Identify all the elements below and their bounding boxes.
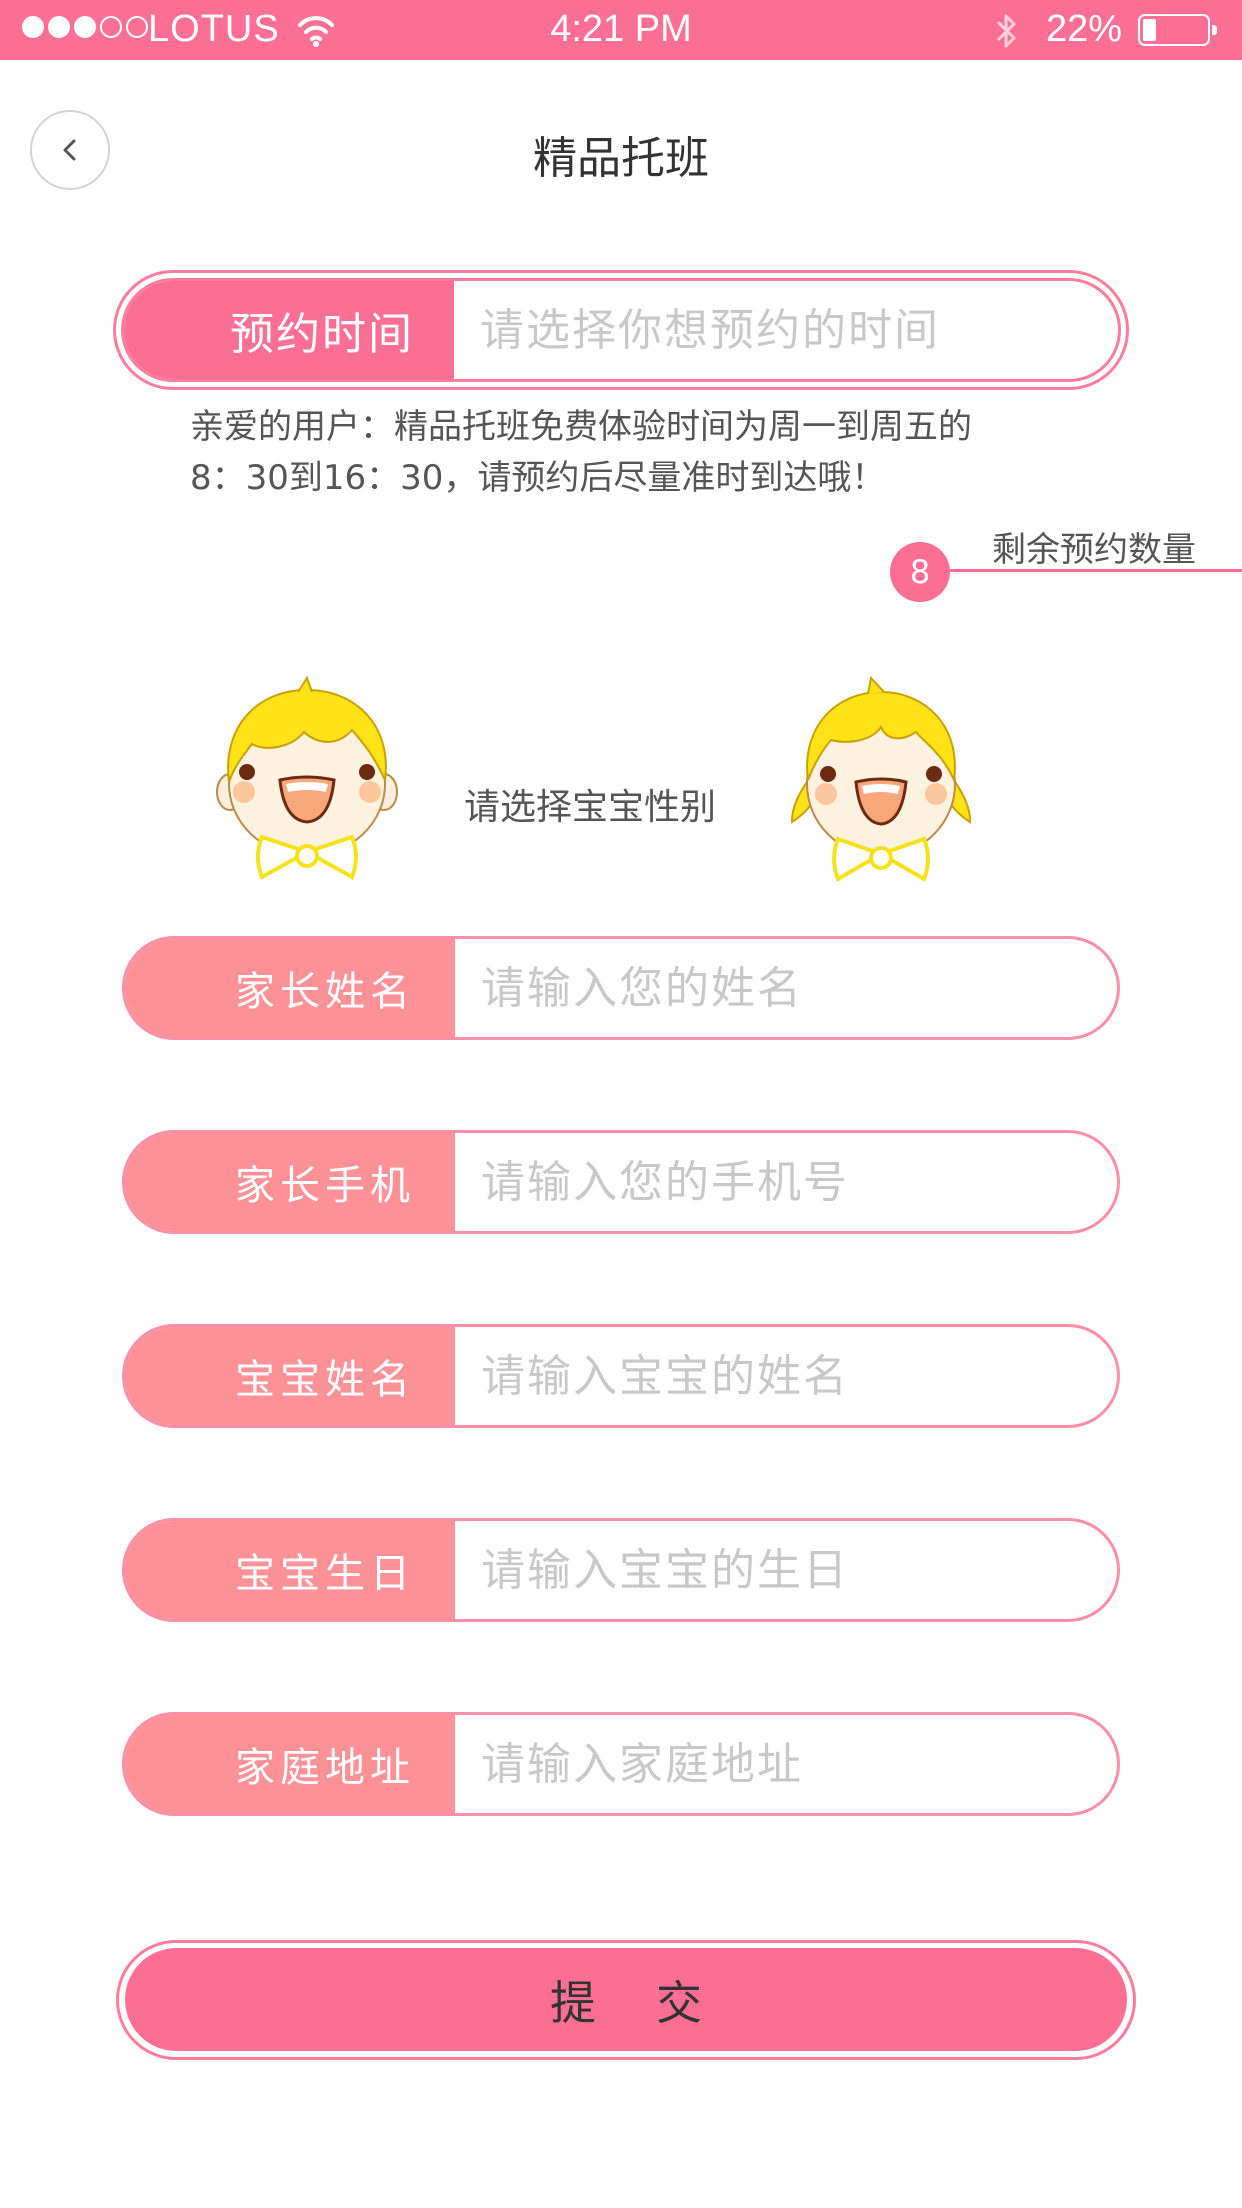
bluetooth-icon bbox=[996, 14, 1016, 48]
notice-line-2: 8：30到16：30，请预约后尽量准时到达哦！ bbox=[190, 458, 886, 498]
remaining-count-label: 剩余预约数量 bbox=[992, 530, 1196, 570]
battery-percent: 22% bbox=[1046, 8, 1123, 50]
parent-phone-field[interactable]: 家长手机 bbox=[122, 1130, 1120, 1234]
baby-birthday-field[interactable]: 宝宝生日 bbox=[122, 1518, 1120, 1622]
boy-avatar-icon[interactable] bbox=[212, 672, 402, 888]
gender-prompt: 请选择宝宝性别 bbox=[463, 787, 716, 828]
booking-time-field[interactable]: 预约时间 bbox=[121, 278, 1121, 382]
girl-avatar-icon[interactable] bbox=[786, 672, 976, 888]
page-title: 精品托班 bbox=[533, 133, 709, 184]
parent-name-input[interactable] bbox=[455, 939, 1117, 1037]
parent-name-label: 家长姓名 bbox=[125, 939, 455, 1037]
notice-line-1: 亲爱的用户：精品托班免费体验时间为周一到周五的 bbox=[190, 407, 972, 447]
baby-name-field[interactable]: 宝宝姓名 bbox=[122, 1324, 1120, 1428]
home-address-input[interactable] bbox=[455, 1715, 1117, 1813]
parent-phone-label: 家长手机 bbox=[125, 1133, 455, 1231]
booking-time-input[interactable] bbox=[454, 281, 1118, 379]
submit-button[interactable]: 提交 bbox=[125, 1948, 1127, 2051]
home-address-field[interactable]: 家庭地址 bbox=[122, 1712, 1120, 1816]
booking-time-label: 预约时间 bbox=[124, 281, 454, 379]
parent-phone-input[interactable] bbox=[455, 1133, 1117, 1231]
parent-name-field[interactable]: 家长姓名 bbox=[122, 936, 1120, 1040]
baby-name-input[interactable] bbox=[455, 1327, 1117, 1425]
status-bar: LOTUS 4:21 PM 22% bbox=[0, 0, 1242, 60]
baby-birthday-label: 宝宝生日 bbox=[125, 1521, 455, 1619]
home-address-label: 家庭地址 bbox=[125, 1715, 455, 1813]
baby-birthday-input[interactable] bbox=[455, 1521, 1117, 1619]
battery-icon bbox=[1138, 14, 1217, 46]
booking-notice: 亲爱的用户：精品托班免费体验时间为周一到周五的 8：30到16：30，请预约后尽… bbox=[190, 402, 1090, 504]
baby-name-label: 宝宝姓名 bbox=[125, 1327, 455, 1425]
remaining-count-badge: 8 bbox=[890, 542, 950, 602]
